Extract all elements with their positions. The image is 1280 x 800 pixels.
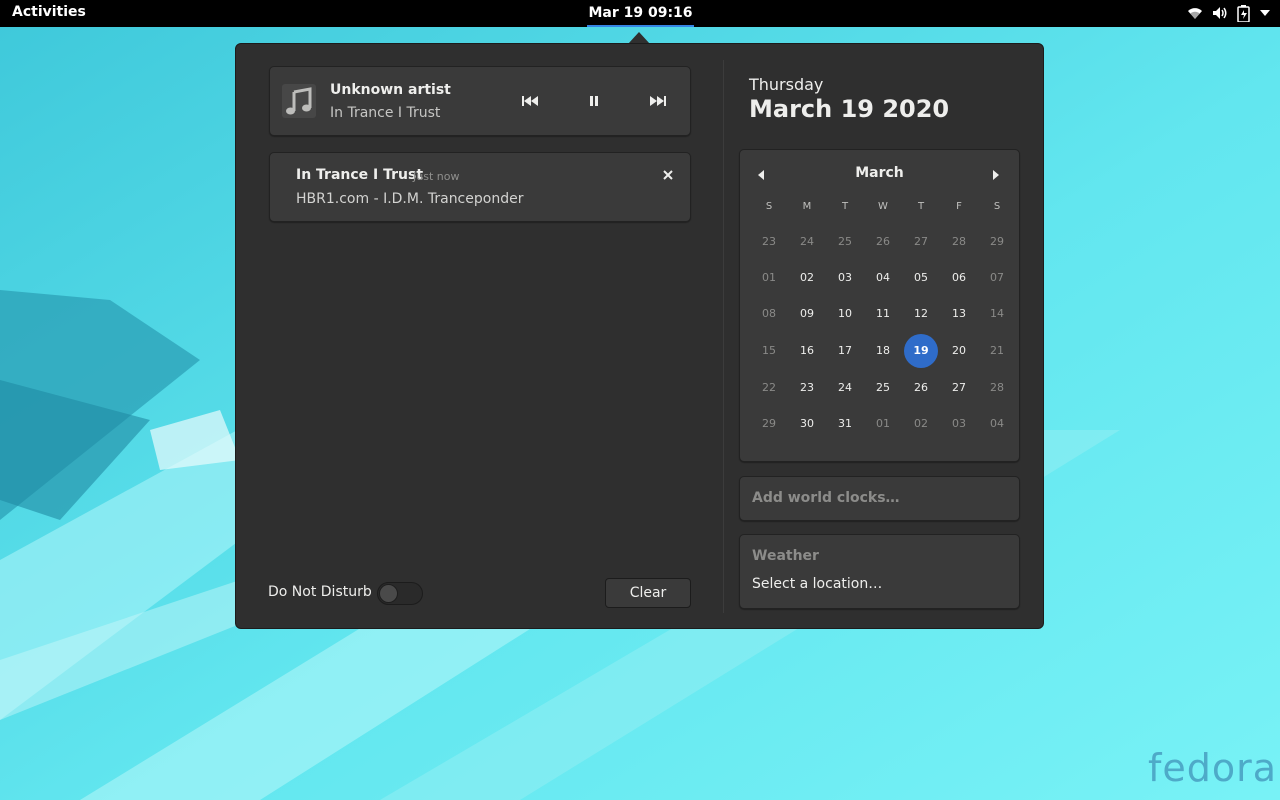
top-bar: Activities Mar 19 09:16 bbox=[0, 0, 1280, 27]
do-not-disturb-switch[interactable] bbox=[377, 582, 423, 605]
calendar-day[interactable]: 18 bbox=[866, 334, 900, 368]
calendar-day[interactable]: 26 bbox=[904, 371, 938, 405]
calendar-day[interactable]: 13 bbox=[942, 297, 976, 331]
calendar-day[interactable]: 27 bbox=[904, 225, 938, 259]
do-not-disturb-label: Do Not Disturb bbox=[268, 584, 372, 600]
calendar-day[interactable]: 23 bbox=[790, 371, 824, 405]
next-icon bbox=[650, 96, 666, 106]
calendar-day[interactable]: 14 bbox=[980, 297, 1014, 331]
calendar-day[interactable]: 28 bbox=[942, 225, 976, 259]
weekday-label: T bbox=[841, 201, 849, 212]
switch-knob bbox=[379, 584, 398, 603]
calendar-day[interactable]: 07 bbox=[980, 261, 1014, 295]
volume-icon[interactable] bbox=[1212, 6, 1228, 20]
calendar-day[interactable]: 25 bbox=[866, 371, 900, 405]
close-notification-button[interactable] bbox=[660, 167, 676, 183]
pause-icon bbox=[590, 96, 598, 106]
notification-time: Just now bbox=[413, 170, 460, 183]
calendar-day[interactable]: 03 bbox=[942, 407, 976, 441]
pause-button[interactable] bbox=[583, 91, 605, 111]
calendar-day[interactable]: 16 bbox=[790, 334, 824, 368]
weather-location: Select a location… bbox=[752, 576, 883, 592]
calendar-day[interactable]: 04 bbox=[866, 261, 900, 295]
weekday-label: F bbox=[956, 201, 962, 212]
next-track-button[interactable] bbox=[647, 91, 669, 111]
calendar-day[interactable]: 02 bbox=[904, 407, 938, 441]
day-name: Thursday bbox=[749, 75, 824, 94]
activities-button[interactable]: Activities bbox=[12, 4, 86, 20]
menu-arrow-icon[interactable] bbox=[1260, 10, 1270, 16]
weather-title: Weather bbox=[752, 548, 819, 564]
chevron-right-icon bbox=[993, 170, 999, 180]
calendar-day[interactable]: 06 bbox=[942, 261, 976, 295]
calendar-day[interactable]: 26 bbox=[866, 225, 900, 259]
weekday-label: W bbox=[878, 201, 888, 212]
wifi-icon[interactable] bbox=[1187, 6, 1203, 20]
weather-button[interactable]: Weather Select a location… bbox=[739, 534, 1020, 609]
calendar-day[interactable]: 27 bbox=[942, 371, 976, 405]
weekday-label: M bbox=[802, 201, 812, 212]
calendar-day[interactable]: 20 bbox=[942, 334, 976, 368]
notification-body: HBR1.com - I.D.M. Tranceponder bbox=[296, 191, 524, 207]
weekday-label: T bbox=[917, 201, 925, 212]
calendar-day[interactable]: 24 bbox=[828, 371, 862, 405]
previous-icon bbox=[522, 96, 538, 106]
calendar-day[interactable]: 01 bbox=[866, 407, 900, 441]
close-icon bbox=[663, 170, 673, 180]
next-month-button[interactable] bbox=[989, 168, 1003, 182]
clock-button[interactable]: Mar 19 09:16 bbox=[587, 0, 694, 27]
calendar-day[interactable]: 29 bbox=[752, 407, 786, 441]
column-divider bbox=[723, 60, 724, 613]
calendar-day[interactable]: 15 bbox=[752, 334, 786, 368]
media-player-card[interactable]: Unknown artist In Trance I Trust bbox=[269, 66, 691, 136]
notification-card[interactable]: In Trance I Trust Just now HBR1.com - I.… bbox=[269, 152, 691, 222]
music-note-icon bbox=[282, 84, 316, 118]
fedora-logo: fedora bbox=[1148, 746, 1278, 790]
media-track: In Trance I Trust bbox=[330, 105, 441, 121]
calendar-day[interactable]: 10 bbox=[828, 297, 862, 331]
calendar-day[interactable]: 28 bbox=[980, 371, 1014, 405]
media-artist: Unknown artist bbox=[330, 82, 451, 98]
date-menu-popover: Unknown artist In Trance I Trust In Tran… bbox=[235, 43, 1044, 629]
calendar-day[interactable]: 17 bbox=[828, 334, 862, 368]
weekday-label: S bbox=[993, 201, 1001, 212]
calendar-day[interactable]: 21 bbox=[980, 334, 1014, 368]
calendar: March SMTWTFS 23 24 25 26 27 28 29 01 02 03 04 05 06… bbox=[739, 149, 1020, 462]
world-clocks-button[interactable]: Add world clocks… bbox=[739, 476, 1020, 521]
calendar-day[interactable]: 31 bbox=[828, 407, 862, 441]
calendar-day[interactable]: 04 bbox=[980, 407, 1014, 441]
calendar-day[interactable]: 22 bbox=[752, 371, 786, 405]
world-clocks-label: Add world clocks… bbox=[752, 490, 900, 506]
notification-title: In Trance I Trust bbox=[296, 167, 424, 183]
calendar-day[interactable]: 02 bbox=[790, 261, 824, 295]
system-tray[interactable] bbox=[1187, 3, 1270, 23]
calendar-day[interactable]: 09 bbox=[790, 297, 824, 331]
calendar-day[interactable]: 12 bbox=[904, 297, 938, 331]
calendar-day[interactable]: 25 bbox=[828, 225, 862, 259]
calendar-month: March bbox=[855, 165, 904, 181]
weekday-label: S bbox=[765, 201, 773, 212]
clear-notifications-button[interactable]: Clear bbox=[605, 578, 691, 608]
calendar-day[interactable]: 24 bbox=[790, 225, 824, 259]
calendar-day[interactable]: 11 bbox=[866, 297, 900, 331]
calendar-day[interactable]: 05 bbox=[904, 261, 938, 295]
calendar-day[interactable]: 19 bbox=[904, 334, 938, 368]
battery-icon[interactable] bbox=[1237, 4, 1251, 22]
previous-track-button[interactable] bbox=[519, 91, 541, 111]
full-date[interactable]: March 19 2020 bbox=[749, 95, 949, 123]
calendar-day[interactable]: 23 bbox=[752, 225, 786, 259]
calendar-day[interactable]: 29 bbox=[980, 225, 1014, 259]
calendar-day[interactable]: 01 bbox=[752, 261, 786, 295]
calendar-day[interactable]: 30 bbox=[790, 407, 824, 441]
calendar-day[interactable]: 08 bbox=[752, 297, 786, 331]
calendar-day[interactable]: 03 bbox=[828, 261, 862, 295]
